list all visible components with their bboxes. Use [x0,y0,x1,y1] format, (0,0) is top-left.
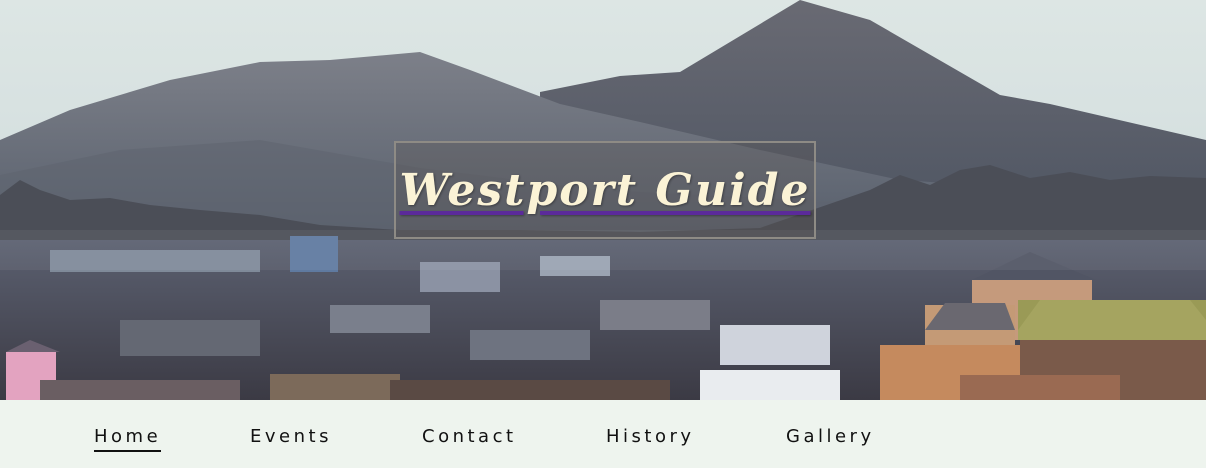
nav-events[interactable]: Events [250,424,332,450]
nav-history[interactable]: History [606,424,695,450]
nav-gallery[interactable]: Gallery [786,424,875,450]
nav-contact[interactable]: Contact [422,424,517,450]
site-title: Westport Guide [399,164,811,216]
nav-home[interactable]: Home [94,424,162,452]
hero-banner: Westport Guide [0,0,1206,400]
title-box: Westport Guide [394,141,816,239]
main-nav: Home Events Contact History Gallery [0,400,1206,468]
